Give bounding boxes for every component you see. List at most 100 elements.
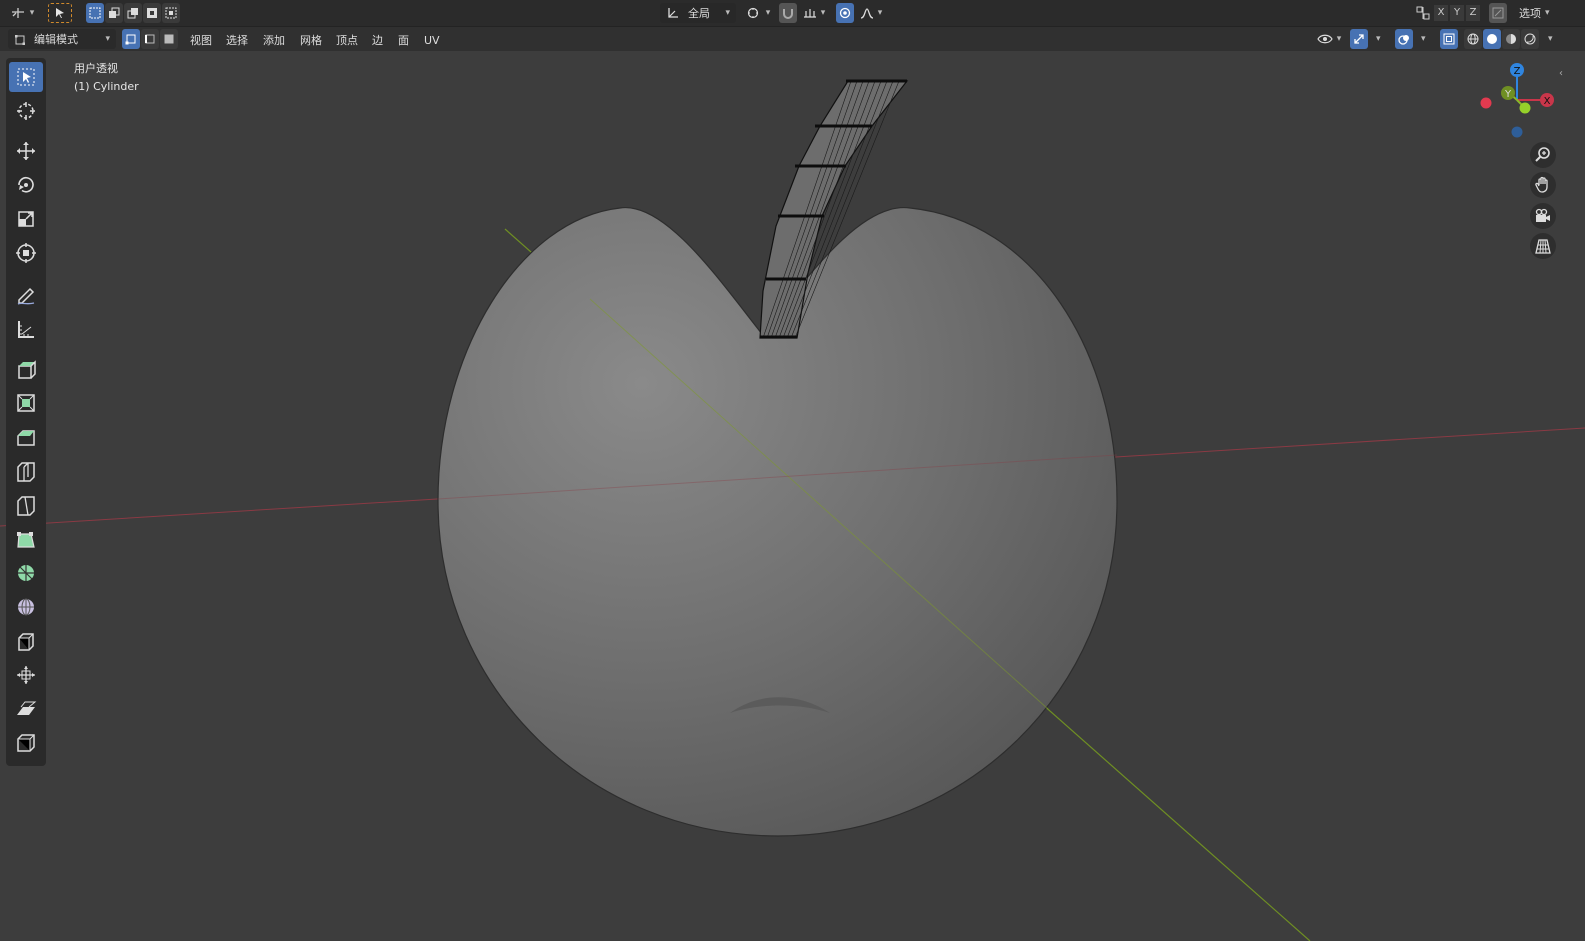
gizmo-y-label: Y	[1504, 89, 1512, 100]
transform-tool[interactable]	[9, 238, 43, 268]
menu-select[interactable]: 选择	[223, 32, 251, 50]
knife-tool[interactable]	[9, 490, 43, 520]
camera-view-button[interactable]	[1530, 203, 1556, 229]
select-box-tool[interactable]	[9, 62, 43, 92]
object-name-label: (1) Cylinder	[74, 80, 139, 93]
shading-wireframe-button[interactable]	[1464, 29, 1482, 49]
auto-merge-button[interactable]	[1489, 3, 1507, 23]
shading-solid-button[interactable]	[1483, 29, 1501, 49]
chevron-down-icon[interactable]: ▾	[1376, 34, 1381, 44]
rip-region-tool[interactable]	[9, 728, 43, 758]
eye-icon	[1317, 34, 1333, 44]
move-tool[interactable]	[9, 136, 43, 166]
overlay-toggle-button[interactable]	[1395, 29, 1413, 49]
material-sphere-icon	[1506, 34, 1516, 44]
perspective-toggle-button[interactable]	[1530, 233, 1556, 259]
wireframe-sphere-icon	[1467, 33, 1479, 45]
shrink-fatten-icon	[17, 666, 35, 684]
proportional-edit-button[interactable]	[836, 3, 854, 23]
scale-icon	[18, 211, 34, 227]
menu-edge[interactable]: 边	[369, 32, 386, 50]
select-set-icon	[89, 7, 101, 19]
menu-view[interactable]: 视图	[187, 32, 215, 50]
edge-slide-tool[interactable]	[9, 626, 43, 656]
annotate-tool[interactable]	[9, 280, 43, 310]
bevel-tool[interactable]	[9, 422, 43, 452]
menu-face[interactable]: 面	[395, 32, 412, 50]
shear-tool[interactable]	[9, 694, 43, 724]
cursor-tool[interactable]	[9, 96, 43, 126]
viewport-scene[interactable]	[0, 51, 1585, 941]
gizmo-toggle-button[interactable]	[1350, 29, 1368, 49]
smooth-tool[interactable]	[9, 592, 43, 622]
select-extend-icon	[109, 7, 120, 18]
top-toolbar: ▾ 全局 ▾ ▾ ▾ ▾ X Y Z 选项 ▾	[0, 0, 1585, 27]
gizmo-neg-x-axis[interactable]	[1480, 97, 1492, 109]
select-mode-set-button[interactable]	[86, 3, 104, 23]
knife-icon	[17, 496, 35, 516]
snap-toggle-button[interactable]	[779, 3, 797, 23]
chevron-down-icon: ▾	[820, 8, 826, 18]
zoom-magnifier-icon	[1535, 147, 1550, 162]
select-mode-invert-button[interactable]	[143, 3, 161, 23]
gizmo-neg-z-axis[interactable]	[1511, 126, 1523, 138]
measure-tool[interactable]	[9, 314, 43, 344]
shading-rendered-button[interactable]	[1521, 29, 1539, 49]
options-dropdown[interactable]: 选项 ▾	[1513, 3, 1559, 23]
select-mode-intersect-button[interactable]	[162, 3, 180, 23]
menu-add[interactable]: 添加	[260, 32, 288, 50]
solid-sphere-icon	[1487, 34, 1497, 44]
editor-type-icon	[11, 8, 24, 18]
inset-faces-tool[interactable]	[9, 388, 43, 418]
navigation-gizmo[interactable]: Z X Y	[1475, 60, 1565, 140]
select-mode-subtract-button[interactable]	[124, 3, 142, 23]
visibility-button[interactable]: ▾	[1314, 29, 1344, 49]
shading-material-button[interactable]	[1502, 29, 1520, 49]
select-intersect-icon	[165, 7, 177, 19]
mode-label: 编辑模式	[34, 33, 78, 46]
cursor-crosshair-icon	[17, 102, 35, 120]
sidebar-toggle-arrow[interactable]: ‹	[1559, 68, 1569, 82]
spin-tool[interactable]	[9, 558, 43, 588]
gizmo-neg-y-axis[interactable]	[1519, 102, 1531, 114]
snap-element-button[interactable]: ▾	[800, 3, 828, 23]
zoom-button[interactable]	[1530, 142, 1556, 168]
editor-type-button[interactable]: ▾	[6, 3, 38, 23]
proportional-edit-icon	[839, 7, 851, 19]
snap-increment-icon	[803, 9, 816, 18]
inset-icon	[17, 394, 35, 412]
loop-cut-tool[interactable]	[9, 456, 43, 486]
mirror-y-button[interactable]: Y	[1450, 5, 1464, 21]
mirror-x-button[interactable]: X	[1434, 5, 1448, 21]
scale-tool[interactable]	[9, 204, 43, 234]
mirror-z-button[interactable]: Z	[1466, 5, 1480, 21]
poly-build-tool[interactable]	[9, 524, 43, 554]
chevron-down-icon[interactable]: ▾	[1421, 34, 1426, 44]
menu-vertex[interactable]: 顶点	[333, 32, 361, 50]
chevron-down-icon[interactable]: ▾	[1548, 34, 1553, 44]
menu-mesh[interactable]: 网格	[297, 32, 325, 50]
menu-uv[interactable]: UV	[421, 32, 443, 50]
xray-icon	[1443, 33, 1455, 45]
mode-dropdown[interactable]: 编辑模式 ▾	[8, 29, 116, 49]
pan-button[interactable]	[1530, 172, 1556, 198]
face-select-button[interactable]	[160, 29, 178, 49]
tweak-select-button[interactable]	[48, 3, 72, 23]
shrink-fatten-tool[interactable]	[9, 660, 43, 690]
grid-perspective-icon	[1535, 239, 1551, 254]
edge-select-button[interactable]	[141, 29, 159, 49]
xray-toggle-button[interactable]	[1440, 29, 1458, 49]
transform-orientation-dropdown[interactable]: 全局 ▾	[660, 3, 736, 23]
vertex-select-button[interactable]	[122, 29, 140, 49]
pivot-point-button[interactable]: ▾	[744, 3, 772, 23]
mirror-toggle-button[interactable]	[1414, 3, 1432, 23]
chevron-down-icon: ▾	[1545, 8, 1550, 18]
edit-mode-icon	[15, 35, 25, 45]
select-mode-extend-button[interactable]	[105, 3, 123, 23]
select-box-icon	[17, 68, 35, 86]
chevron-down-icon: ▾	[725, 8, 730, 18]
rotate-tool[interactable]	[9, 170, 43, 200]
hand-icon	[1535, 176, 1548, 193]
proportional-falloff-button[interactable]: ▾	[856, 3, 886, 23]
extrude-tool[interactable]	[9, 354, 43, 384]
